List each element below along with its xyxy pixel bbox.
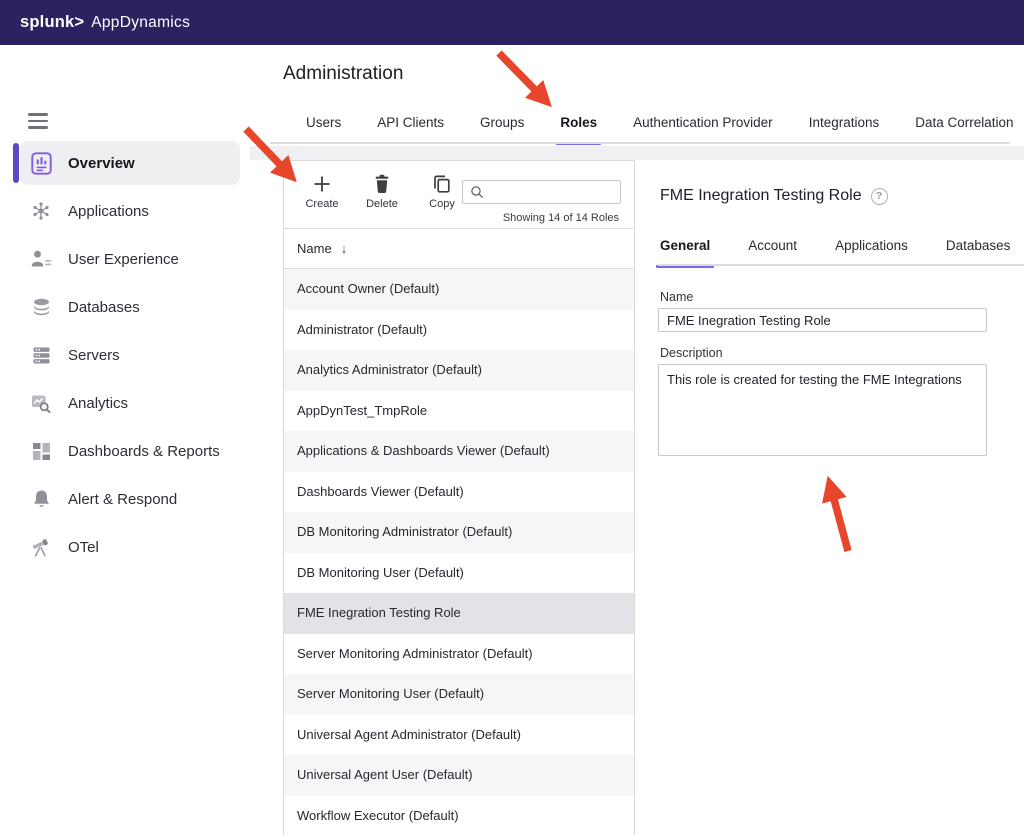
role-row-selected[interactable]: FME Inegration Testing Role	[284, 593, 634, 634]
role-row[interactable]: Analytics Administrator (Default)	[284, 350, 634, 391]
sidebar-item-user-experience[interactable]: User Experience	[20, 237, 240, 281]
sidebar-item-overview[interactable]: Overview	[20, 141, 240, 185]
sidebar-item-otel[interactable]: OTel	[20, 525, 240, 569]
role-name-input[interactable]	[658, 308, 987, 332]
role-row[interactable]: Administrator (Default)	[284, 310, 634, 351]
database-icon	[30, 298, 52, 317]
page-title: Administration	[283, 63, 403, 85]
detail-tab-divider	[658, 264, 1024, 266]
showing-count-text: Showing 14 of 14 Roles	[503, 212, 619, 224]
app-window: splunk> AppDynamics Overview Application…	[0, 0, 1024, 835]
delete-button-label: Delete	[366, 198, 398, 210]
sidebar-nav: Overview Applications User Experience Da…	[0, 96, 250, 573]
tab-account[interactable]: Account	[748, 238, 797, 266]
copy-icon	[432, 172, 452, 196]
left-sidebar: Overview Applications User Experience Da…	[0, 45, 250, 835]
tab-roles[interactable]: Roles	[560, 115, 597, 143]
sort-descending-icon: ↓	[341, 241, 348, 256]
tab-bar-divider	[270, 142, 1010, 144]
role-row[interactable]: Workflow Executor (Default)	[284, 796, 634, 835]
appdynamics-logo-text: AppDynamics	[91, 14, 190, 32]
name-field-label: Name	[660, 290, 693, 304]
sidebar-item-databases[interactable]: Databases	[20, 285, 240, 329]
copy-button[interactable]: Copy	[418, 172, 466, 210]
tab-applications[interactable]: Applications	[835, 238, 908, 266]
sidebar-item-label: Servers	[68, 347, 120, 364]
trash-icon	[373, 172, 391, 196]
tab-general[interactable]: General	[660, 238, 710, 266]
role-row[interactable]: Dashboards Viewer (Default)	[284, 472, 634, 513]
name-column-label: Name	[297, 241, 332, 256]
sidebar-item-alert-respond[interactable]: Alert & Respond	[20, 477, 240, 521]
description-field-label: Description	[660, 346, 723, 360]
create-button[interactable]: Create	[298, 172, 346, 210]
role-row[interactable]: Universal Agent Administrator (Default)	[284, 715, 634, 756]
sidebar-item-label: Analytics	[68, 395, 128, 412]
top-bar: splunk> AppDynamics	[0, 0, 1024, 45]
plus-icon	[312, 172, 332, 196]
role-detail-title-row: FME Inegration Testing Role ?	[660, 187, 888, 205]
tab-integrations[interactable]: Integrations	[809, 115, 880, 143]
roles-list: Account Owner (Default) Administrator (D…	[284, 269, 634, 835]
role-detail-panel: FME Inegration Testing Role ? General Ac…	[658, 160, 1024, 835]
user-experience-icon	[30, 250, 52, 268]
overview-chart-icon	[30, 152, 52, 175]
main-content: Administration Users API Clients Groups …	[250, 45, 1024, 835]
sidebar-item-label: Applications	[68, 203, 149, 220]
roles-search-field[interactable]	[462, 180, 621, 204]
splunk-appdynamics-logo: splunk> AppDynamics	[20, 13, 190, 32]
roles-toolbar: Create Delete Copy	[284, 161, 634, 229]
role-detail-title: FME Inegration Testing Role	[660, 187, 862, 205]
tab-authentication-provider[interactable]: Authentication Provider	[633, 115, 773, 143]
role-row[interactable]: AppDynTest_TmpRole	[284, 391, 634, 432]
telescope-icon	[30, 537, 52, 557]
role-row[interactable]: Server Monitoring User (Default)	[284, 674, 634, 715]
role-row[interactable]: DB Monitoring Administrator (Default)	[284, 512, 634, 553]
tab-groups[interactable]: Groups	[480, 115, 524, 143]
sidebar-item-label: Dashboards & Reports	[68, 443, 220, 460]
bell-icon	[30, 489, 52, 509]
sidebar-item-label: Databases	[68, 299, 140, 316]
sidebar-item-servers[interactable]: Servers	[20, 333, 240, 377]
role-description-textarea[interactable]: This role is created for testing the FME…	[658, 364, 987, 456]
content-divider-band	[250, 146, 1024, 160]
search-icon	[470, 185, 484, 199]
search-input[interactable]	[484, 185, 620, 199]
sidebar-item-label: Alert & Respond	[68, 491, 177, 508]
sidebar-item-label: Overview	[68, 155, 135, 172]
create-button-label: Create	[305, 198, 338, 210]
delete-button[interactable]: Delete	[358, 172, 406, 210]
roles-list-panel: Create Delete Copy	[283, 160, 635, 835]
tab-api-clients[interactable]: API Clients	[377, 115, 444, 143]
sidebar-item-applications[interactable]: Applications	[20, 189, 240, 233]
role-row[interactable]: Universal Agent User (Default)	[284, 755, 634, 796]
splunk-logo-text: splunk>	[20, 13, 84, 32]
role-row[interactable]: Applications & Dashboards Viewer (Defaul…	[284, 431, 634, 472]
role-row[interactable]: Server Monitoring Administrator (Default…	[284, 634, 634, 675]
tab-users[interactable]: Users	[306, 115, 341, 143]
tab-databases[interactable]: Databases	[946, 238, 1011, 266]
dashboards-grid-icon	[30, 442, 52, 461]
applications-hub-icon	[30, 201, 52, 221]
tab-data-correlation[interactable]: Data Correlation	[915, 115, 1013, 143]
sidebar-item-dashboards-reports[interactable]: Dashboards & Reports	[20, 429, 240, 473]
help-icon[interactable]: ?	[871, 188, 888, 205]
copy-button-label: Copy	[429, 198, 455, 210]
admin-tab-bar: Users API Clients Groups Roles Authentic…	[306, 115, 1014, 143]
name-column-header[interactable]: Name ↓	[284, 229, 634, 269]
selected-accent-bar	[13, 143, 19, 183]
analytics-search-icon	[30, 393, 52, 413]
role-detail-tab-bar: General Account Applications Databases	[660, 238, 1010, 266]
role-row[interactable]: Account Owner (Default)	[284, 269, 634, 310]
sidebar-item-label: OTel	[68, 539, 99, 556]
role-row[interactable]: DB Monitoring User (Default)	[284, 553, 634, 594]
sidebar-item-analytics[interactable]: Analytics	[20, 381, 240, 425]
sidebar-item-label: User Experience	[68, 251, 179, 268]
servers-icon	[30, 346, 52, 365]
